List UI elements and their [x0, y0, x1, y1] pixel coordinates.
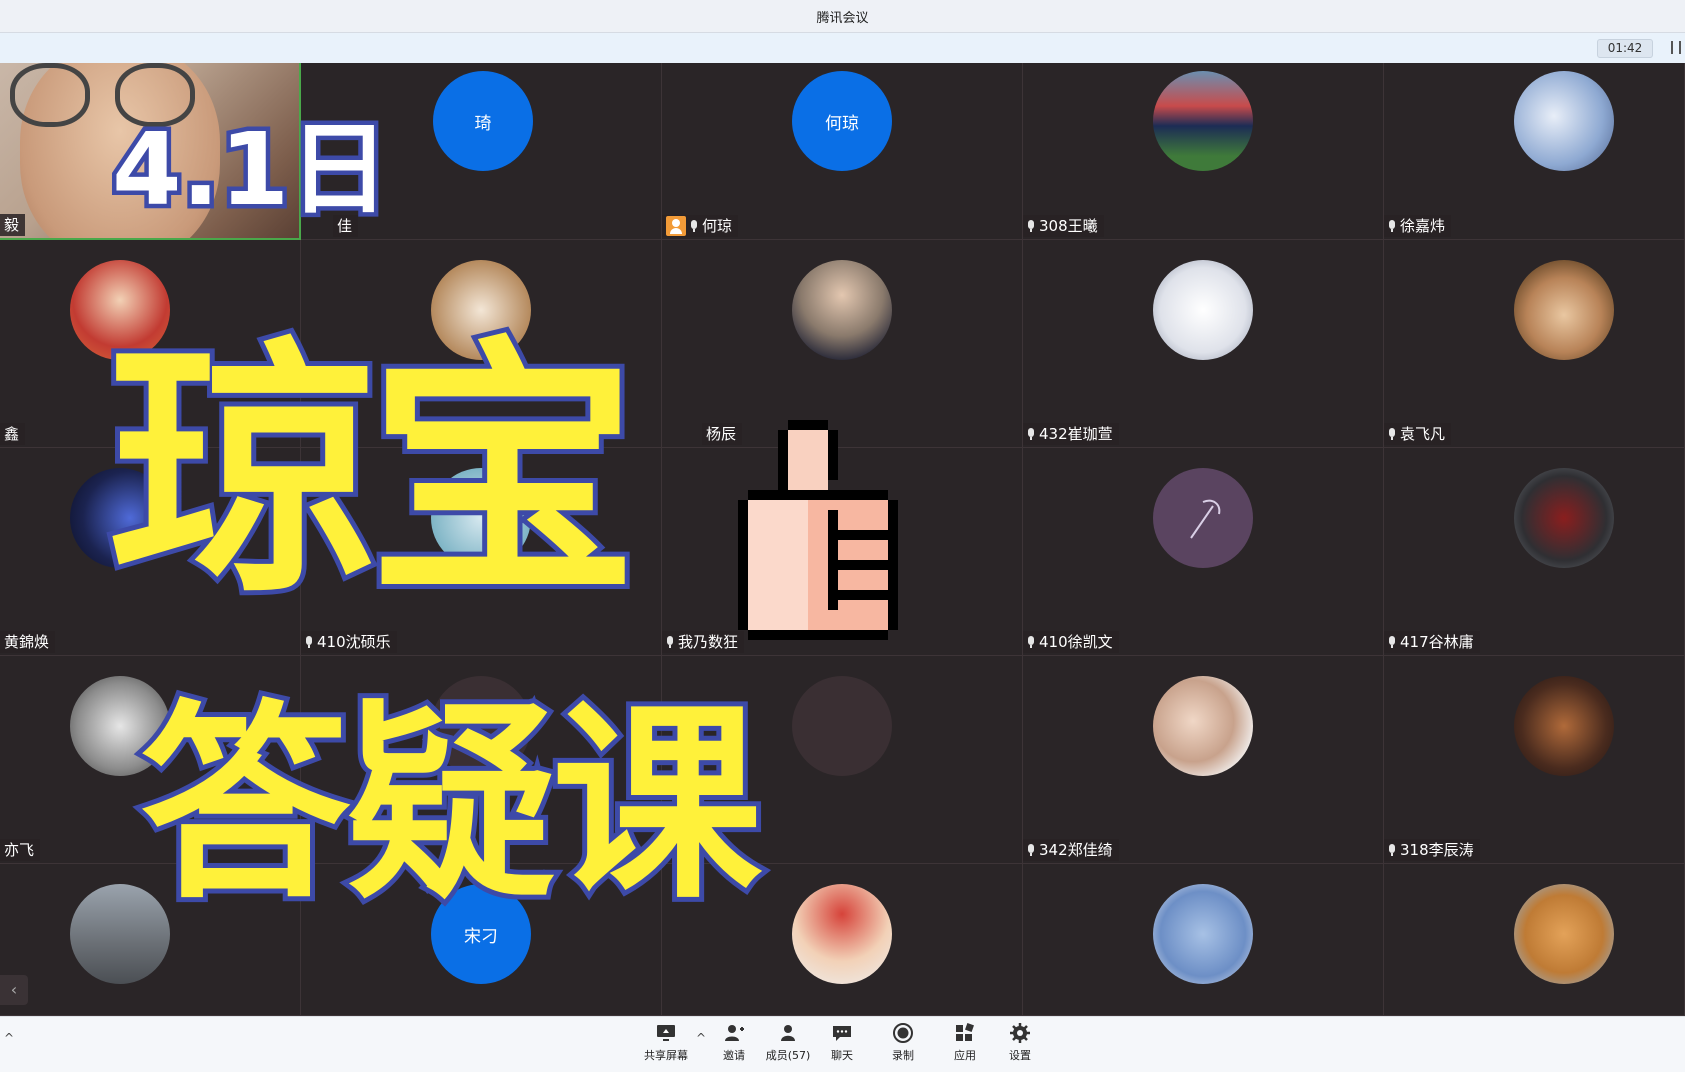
avatar	[1153, 884, 1253, 984]
window-title: 腾讯会议	[816, 11, 869, 26]
participant-tile[interactable]: 袁飞凡	[1384, 240, 1685, 448]
participant-tile[interactable]	[1023, 864, 1384, 1016]
meeting-timer: 01:42	[1597, 39, 1653, 58]
chat-icon	[831, 1023, 853, 1043]
mic-icon	[1388, 844, 1396, 856]
participant-tile[interactable]: 318李辰涛	[1384, 656, 1685, 864]
participant-name: 徐嘉炜	[1384, 215, 1452, 237]
participant-name: 417谷林庸	[1384, 631, 1480, 653]
share-screen-button[interactable]: 共享屏幕	[638, 1023, 694, 1069]
participant-name: 我乃数狂	[662, 631, 745, 653]
participant-name: 410沈硕乐	[301, 631, 397, 653]
meeting-info-bar: 01:42	[0, 33, 1685, 63]
participant-name: 亦飞	[0, 839, 41, 861]
participant-name: 黄錦焕	[0, 631, 56, 653]
avatar	[1153, 676, 1253, 776]
avatar	[792, 676, 892, 776]
participant-tile[interactable]: 徐嘉炜	[1384, 63, 1685, 240]
gear-icon	[1009, 1023, 1031, 1043]
participant-name: 杨辰	[702, 423, 743, 445]
share-options-caret[interactable]: ^	[696, 1031, 706, 1045]
host-icon	[666, 216, 686, 236]
mic-muted-icon	[1027, 636, 1035, 648]
participant-tile[interactable]: 308王曦	[1023, 63, 1384, 240]
avatar	[792, 884, 892, 984]
expand-caret-icon[interactable]: ^	[4, 1031, 14, 1045]
avatar	[1514, 884, 1614, 984]
participant-name: 308王曦	[1023, 215, 1104, 237]
avatar	[1153, 468, 1253, 568]
avatar	[1514, 676, 1614, 776]
chat-button[interactable]: 聊天	[814, 1023, 870, 1069]
invite-button[interactable]: 邀请	[706, 1023, 762, 1069]
participant-tile-host[interactable]: 何琼 何琼	[662, 63, 1023, 240]
avatar	[1153, 71, 1253, 171]
previous-page-button[interactable]: ‹	[0, 975, 28, 1005]
thumbs-up-icon	[738, 420, 898, 640]
window-titlebar: 腾讯会议	[0, 0, 1685, 33]
meeting-toolbar: ^ 共享屏幕 ^ 邀请 成员(57) 聊天 录制 应用 设置	[0, 1016, 1685, 1072]
overlay-title-line2: 答疑课	[135, 682, 767, 927]
overlay-date: 4.1日	[107, 111, 393, 228]
avatar	[1514, 260, 1614, 360]
mic-muted-icon	[1027, 428, 1035, 440]
avatar	[1153, 260, 1253, 360]
moon-icon	[1190, 499, 1221, 539]
avatar	[1514, 468, 1614, 568]
mic-muted-icon	[305, 636, 313, 648]
avatar: 琦	[433, 71, 533, 171]
mic-muted-icon	[666, 636, 674, 648]
participant-name: 鑫	[0, 423, 26, 445]
participant-tile[interactable]	[1384, 864, 1685, 1016]
mic-muted-icon	[1027, 844, 1035, 856]
participant-name: 何琼	[662, 215, 739, 237]
layout-toggle-icon[interactable]	[1671, 41, 1681, 54]
participant-tile[interactable]: 432崔珈萱	[1023, 240, 1384, 448]
settings-button[interactable]: 设置	[992, 1023, 1048, 1069]
mic-muted-icon	[1027, 220, 1035, 232]
record-button[interactable]: 录制	[875, 1023, 931, 1069]
invite-icon	[723, 1023, 745, 1043]
overlay-title-line1: 琼宝	[103, 315, 643, 630]
mic-icon	[690, 220, 698, 232]
participant-tile[interactable]: 342郑佳绮	[1023, 656, 1384, 864]
participant-name: 410徐凯文	[1023, 631, 1119, 653]
avatar	[792, 260, 892, 360]
participant-tile[interactable]: 417谷林庸	[1384, 448, 1685, 656]
glasses-icon	[10, 63, 90, 127]
avatar: 何琼	[792, 71, 892, 171]
participant-name: 342郑佳绮	[1023, 839, 1119, 861]
apps-icon	[954, 1023, 976, 1043]
record-icon	[892, 1023, 914, 1043]
participant-name: 袁飞凡	[1384, 423, 1452, 445]
participant-name: 432崔珈萱	[1023, 423, 1119, 445]
share-screen-icon	[655, 1023, 677, 1043]
mic-muted-icon	[1388, 428, 1396, 440]
participant-name: 毅	[0, 214, 26, 236]
members-button[interactable]: 成员(57)	[760, 1023, 816, 1069]
avatar	[1514, 71, 1614, 171]
mic-muted-icon	[1388, 636, 1396, 648]
participant-tile[interactable]: 杨辰	[662, 240, 1023, 448]
participant-tile[interactable]: 410徐凯文	[1023, 448, 1384, 656]
apps-button[interactable]: 应用	[937, 1023, 993, 1069]
participant-name: 318李辰涛	[1384, 839, 1480, 861]
members-icon	[777, 1023, 799, 1043]
mic-icon	[1388, 220, 1396, 232]
